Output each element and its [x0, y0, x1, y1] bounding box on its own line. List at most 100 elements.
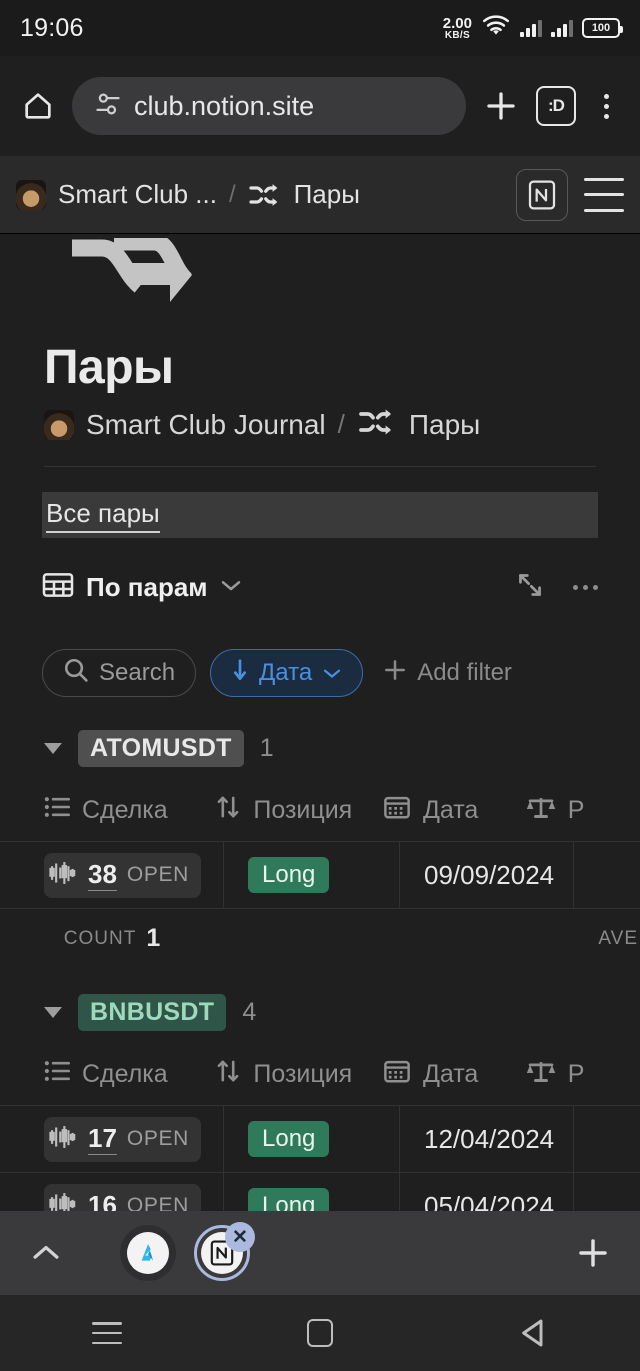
workspace-avatar: [16, 179, 46, 210]
tab-count-button[interactable]: :D: [536, 86, 576, 126]
column-header-position[interactable]: Позиция: [215, 1058, 383, 1091]
filter-toolbar: Search Дата Add filter: [0, 638, 640, 708]
search-input[interactable]: Search: [42, 649, 197, 697]
column-header-row: Сделка Позиция Дата Р: [0, 1043, 640, 1105]
trade-chip[interactable]: 17 OPEN: [44, 1116, 201, 1162]
divider-top: [44, 466, 596, 467]
trade-chip[interactable]: 38 OPEN: [44, 852, 201, 898]
collapse-caret-icon[interactable]: [44, 743, 62, 754]
cell-position[interactable]: Long: [224, 1106, 400, 1172]
tab-notion[interactable]: ✕: [194, 1222, 255, 1281]
table-row[interactable]: 38 OPEN Long 09/09/2024: [0, 841, 640, 908]
shuffle-icon: [248, 181, 282, 209]
cell-date[interactable]: 12/04/2024: [400, 1106, 574, 1172]
cell-trade[interactable]: 16 OPEN: [0, 1173, 224, 1211]
url-bar[interactable]: club.notion.site: [72, 77, 466, 135]
back-triangle-icon[interactable]: [488, 1295, 578, 1371]
group-header[interactable]: ATOMUSDT 1: [0, 716, 640, 779]
breadcrumb-parent[interactable]: Smart Club Journal: [86, 409, 326, 441]
search-icon: [63, 657, 89, 690]
column-header-label: Позиция: [253, 1059, 353, 1088]
shuffle-icon: [357, 406, 397, 443]
group-header[interactable]: BNBUSDT 4: [0, 968, 640, 1043]
scales-icon: [526, 1058, 556, 1091]
header-workspace-name[interactable]: Smart Club ...: [58, 179, 217, 210]
column-header-risk[interactable]: Р: [526, 794, 640, 827]
home-icon[interactable]: [18, 86, 58, 126]
summary-average[interactable]: AVE: [224, 928, 640, 950]
group-name-badge: ATOMUSDT: [78, 730, 244, 767]
site-settings-icon[interactable]: [94, 91, 122, 122]
column-header-trade[interactable]: Сделка: [44, 795, 215, 826]
group-name-badge: BNBUSDT: [78, 994, 227, 1031]
view-tools: [515, 570, 598, 605]
table-row[interactable]: 17 OPEN Long 12/04/2024: [0, 1105, 640, 1172]
database-table: ATOMUSDT 1 Сделка Позиция Дата Р 38 OPEN…: [0, 716, 640, 1211]
position-badge: Long: [248, 857, 330, 893]
column-header-risk[interactable]: Р: [526, 1058, 640, 1091]
habitica-favicon-icon: [127, 1232, 169, 1274]
cell-position[interactable]: Long: [224, 1173, 400, 1211]
home-square-icon[interactable]: [275, 1295, 365, 1371]
add-filter-button[interactable]: Add filter: [377, 658, 512, 689]
breadcrumb-avatar-icon: [44, 409, 74, 440]
scales-icon: [526, 794, 556, 827]
plus-icon: [383, 658, 407, 689]
breadcrumb-current[interactable]: Пары: [409, 409, 480, 441]
header-separator: /: [228, 180, 236, 208]
group-count: 4: [242, 998, 257, 1026]
database-tab-all-pairs[interactable]: Все пары: [42, 492, 598, 538]
cell-date[interactable]: 05/04/2024: [400, 1173, 574, 1211]
cell-risk[interactable]: [574, 1173, 640, 1211]
trade-number: 17: [88, 1123, 117, 1155]
candlestick-icon: [48, 1122, 78, 1157]
arrow-down-icon: [231, 658, 249, 689]
chevron-down-icon[interactable]: [322, 659, 342, 687]
close-tab-icon[interactable]: ✕: [225, 1222, 255, 1252]
column-header-label: Позиция: [253, 795, 353, 824]
expand-icon[interactable]: [515, 570, 545, 605]
signal-bars-icon-sim1: [520, 19, 542, 37]
cell-risk[interactable]: [574, 842, 640, 908]
date-value: 05/04/2024: [424, 1190, 555, 1212]
more-options-icon[interactable]: [573, 584, 598, 590]
collapse-caret-icon[interactable]: [44, 1007, 62, 1018]
column-header-date[interactable]: Дата: [383, 1058, 526, 1091]
notion-logo-icon[interactable]: [516, 168, 568, 221]
view-toolbar: По парам: [0, 556, 640, 618]
cell-trade[interactable]: 17 OPEN: [0, 1106, 224, 1172]
column-header-position[interactable]: Позиция: [215, 794, 383, 827]
cell-position[interactable]: Long: [224, 842, 400, 908]
cell-trade[interactable]: 38 OPEN: [0, 842, 224, 908]
view-selector[interactable]: По парам: [42, 571, 242, 604]
kebab-menu-icon[interactable]: [590, 85, 622, 127]
column-header-date[interactable]: Дата: [383, 794, 526, 827]
column-header-trade[interactable]: Сделка: [44, 1059, 215, 1090]
summary-count[interactable]: COUNT 1: [0, 924, 224, 953]
calendar-icon: [383, 1058, 411, 1091]
header-page-name[interactable]: Пары: [294, 179, 360, 210]
sort-chip-date[interactable]: Дата: [210, 649, 364, 697]
summary-label: COUNT: [63, 927, 137, 949]
tab-habitica[interactable]: [120, 1225, 176, 1281]
candlestick-icon: [48, 1189, 78, 1211]
recents-icon[interactable]: [62, 1295, 152, 1371]
chevron-up-icon[interactable]: [24, 1231, 68, 1275]
chevron-down-icon[interactable]: [220, 577, 242, 598]
summary-right-label: AVE: [598, 927, 638, 949]
add-tab-icon[interactable]: [570, 1230, 616, 1276]
column-header-label: Сделка: [82, 795, 168, 824]
trade-number: 38: [88, 859, 117, 891]
table-row[interactable]: 16 OPEN Long 05/04/2024: [0, 1172, 640, 1211]
cell-risk[interactable]: [574, 1106, 640, 1172]
open-tabs: ✕: [120, 1222, 255, 1281]
hamburger-menu-icon[interactable]: [584, 177, 624, 212]
recents-lines: [91, 1322, 122, 1344]
new-tab-icon[interactable]: [480, 85, 522, 127]
group-summary-row: COUNT 1 AVE: [0, 908, 640, 968]
status-clock: 19:06: [20, 13, 84, 42]
trade-chip[interactable]: 16 OPEN: [44, 1183, 201, 1211]
add-filter-label: Add filter: [417, 659, 512, 686]
cell-date[interactable]: 09/09/2024: [400, 842, 574, 908]
calendar-icon: [383, 794, 411, 827]
